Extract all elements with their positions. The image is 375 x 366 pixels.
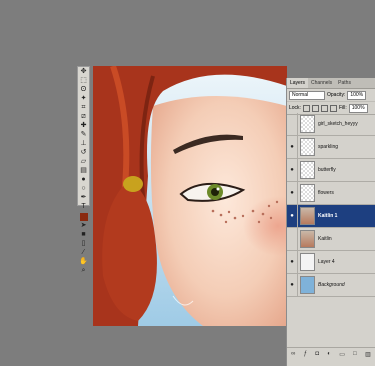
layer-name: flowers — [318, 190, 334, 196]
hidden-eye-icon[interactable] — [287, 113, 298, 135]
slice-icon[interactable]: ⧄ — [78, 112, 89, 121]
path-select-icon[interactable]: ➤ — [78, 221, 89, 230]
move-icon[interactable]: ✥ — [78, 67, 89, 76]
tools-palette: ✥ ⬚ ʘ ✦ ⌗ ⧄ ✚ ✎ ⊥ ↺ ▱ ▤ ● ○ ✒ T ➤ ■ ▯ ⁄ ✋ ⌕ — [77, 66, 90, 274]
gradient-icon[interactable]: ▤ — [78, 166, 89, 175]
eye-icon[interactable]: ● — [287, 205, 298, 227]
layer-thumbnail — [300, 115, 315, 133]
layer-row[interactable]: ● flowers — [287, 182, 375, 205]
layer-name: girl_sketch_heyyy — [318, 121, 358, 127]
layers-panel: Layers Channels Paths Normal Opacity: 10… — [286, 78, 375, 366]
history-icon[interactable]: ↺ — [78, 148, 89, 157]
layer-row[interactable]: ● Kaitlin 1 — [287, 205, 375, 228]
lock-transparent-icon[interactable] — [302, 104, 310, 112]
trash-icon[interactable]: ▥ — [365, 351, 371, 358]
blend-row: Normal Opacity: 100% — [287, 89, 375, 102]
shape-icon[interactable]: ■ — [78, 230, 89, 239]
hidden-eye-icon[interactable] — [287, 228, 298, 250]
tab-paths[interactable]: Paths — [335, 78, 354, 88]
dodge-icon[interactable]: ○ — [78, 184, 89, 193]
tab-layers[interactable]: Layers — [287, 78, 309, 88]
layer-name: Background — [318, 282, 345, 288]
link-icon[interactable]: ∞ — [291, 351, 295, 357]
type-icon[interactable]: T — [78, 202, 89, 211]
fill-label: Fill: — [338, 105, 347, 111]
tab-channels[interactable]: Channels — [308, 78, 335, 88]
eye-icon[interactable]: ● — [287, 136, 298, 158]
blur-icon[interactable]: ● — [78, 175, 89, 184]
zoom-icon[interactable]: ⌕ — [78, 266, 89, 275]
eyedropper-icon[interactable]: ⁄ — [78, 248, 89, 257]
layer-name: sparkling — [318, 144, 339, 150]
opacity-field[interactable]: 100% — [347, 90, 367, 100]
hand-icon[interactable]: ✋ — [78, 257, 89, 266]
layer-row[interactable]: ● Layer 4 — [287, 251, 375, 274]
layer-thumbnail — [300, 230, 315, 248]
layer-row[interactable]: girl_sketch_heyyy — [287, 113, 375, 136]
foreground-color-swatch[interactable] — [79, 213, 88, 221]
magic-wand-icon[interactable]: ✦ — [78, 94, 89, 103]
lock-label: Lock: — [289, 105, 301, 111]
mask-icon[interactable]: ◘ — [315, 351, 319, 357]
eye-icon[interactable]: ● — [287, 159, 298, 181]
layers-list: girl_sketch_heyyy ● sparkling ● butterfly ● fl… — [287, 113, 375, 297]
layer-thumbnail — [300, 253, 315, 271]
lock-position-icon[interactable] — [320, 104, 328, 112]
brush-icon[interactable]: ✎ — [78, 130, 89, 139]
lasso-icon[interactable]: ʘ — [78, 85, 89, 94]
group-icon[interactable]: ▭ — [339, 351, 345, 358]
layer-thumbnail — [300, 161, 315, 179]
layer-thumbnail — [300, 184, 315, 202]
healing-icon[interactable]: ✚ — [78, 121, 89, 130]
layer-row[interactable]: ● Background — [287, 274, 375, 297]
lock-all-icon[interactable] — [329, 104, 337, 112]
fill-field[interactable]: 100% — [348, 103, 368, 113]
panel-bottom-bar: ∞ ƒ ◘ ◐ ▭ □ ▥ — [287, 347, 375, 360]
layer-name: Kaitlin 1 — [318, 213, 338, 219]
lock-image-icon[interactable] — [311, 104, 319, 112]
adjustment-icon[interactable]: ◐ — [327, 351, 331, 357]
opacity-label: Opacity: — [327, 92, 346, 98]
pen-icon[interactable]: ✒ — [78, 193, 89, 202]
layer-thumbnail — [300, 138, 315, 156]
layer-row[interactable]: ● sparkling — [287, 136, 375, 159]
notes-icon[interactable]: ▯ — [78, 239, 89, 248]
artwork — [93, 66, 287, 326]
layer-name: butterfly — [318, 167, 336, 173]
document-canvas[interactable] — [93, 66, 287, 326]
layer-thumbnail — [300, 207, 315, 225]
blend-mode-select[interactable]: Normal — [289, 90, 325, 100]
panel-tabs: Layers Channels Paths — [287, 78, 375, 89]
eye-icon[interactable]: ● — [287, 182, 298, 204]
crop-icon[interactable]: ⌗ — [78, 103, 89, 112]
layer-name: Kaitlin — [318, 236, 332, 242]
new-layer-icon[interactable]: □ — [353, 351, 357, 357]
layer-name: Layer 4 — [318, 259, 335, 265]
layer-row[interactable]: ● butterfly — [287, 159, 375, 182]
eye-icon[interactable]: ● — [287, 274, 298, 296]
marquee-icon[interactable]: ⬚ — [78, 76, 89, 85]
layer-row[interactable]: Kaitlin — [287, 228, 375, 251]
eye-icon[interactable]: ● — [287, 251, 298, 273]
eraser-icon[interactable]: ▱ — [78, 157, 89, 166]
hair-tie — [123, 176, 143, 192]
fx-icon[interactable]: ƒ — [304, 351, 307, 357]
layer-thumbnail — [300, 276, 315, 294]
stamp-icon[interactable]: ⊥ — [78, 139, 89, 148]
